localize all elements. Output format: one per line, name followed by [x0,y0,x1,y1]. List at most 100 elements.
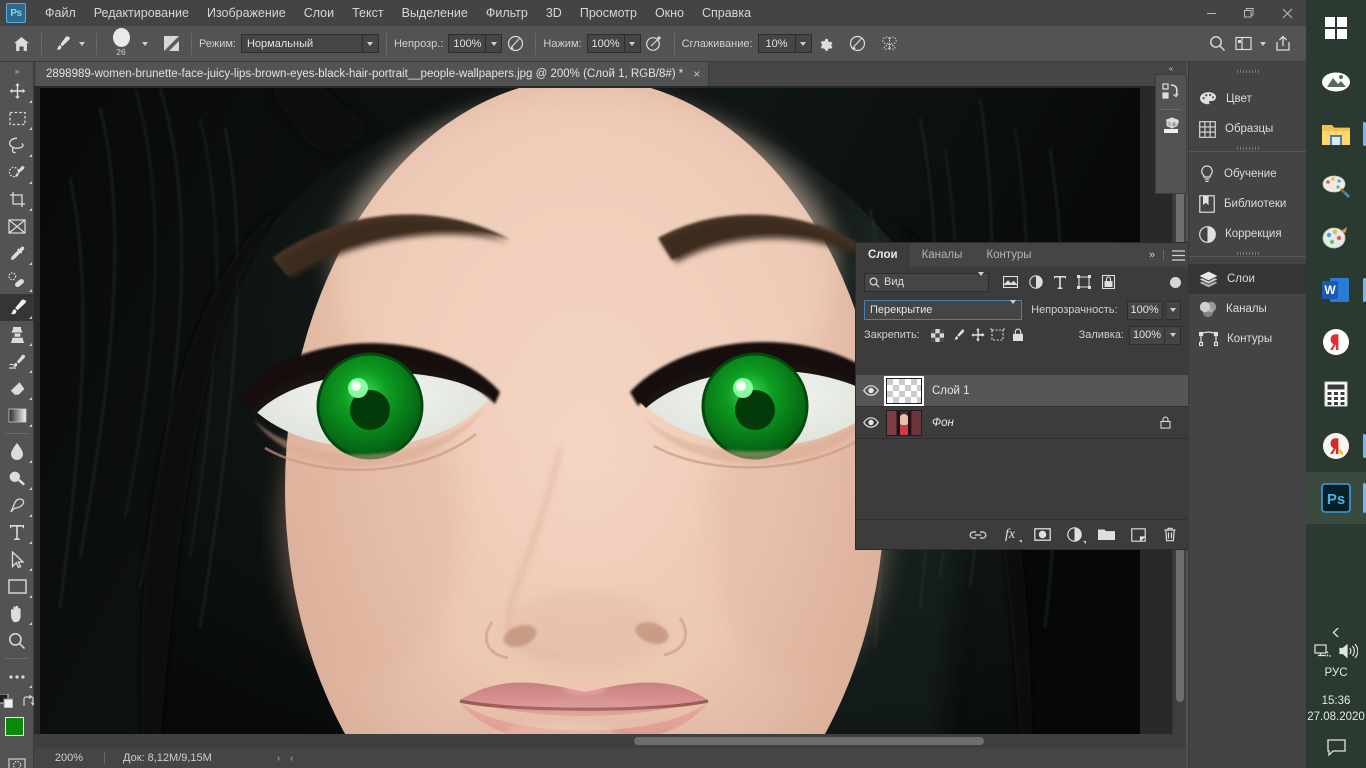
gear-icon[interactable] [812,31,838,57]
workspace-icon[interactable] [1230,31,1256,57]
tool-history-brush[interactable] [0,348,34,375]
menu-3d[interactable]: 3D [537,2,571,24]
opacity-input[interactable]: 100% [448,34,486,53]
canvas-horizontal-scrollbar[interactable] [34,734,1186,748]
tool-blur[interactable] [0,438,34,465]
menu-image[interactable]: Изображение [198,2,295,24]
mini-dock-collapse-icon[interactable]: « [1155,62,1187,74]
menu-file[interactable]: Файл [36,2,85,24]
tool-move[interactable] [0,78,34,105]
smoothing-chevron-icon[interactable] [796,34,812,53]
toolbar-collapse-icon[interactable]: » [0,64,33,78]
panel-button-adjustments[interactable]: Коррекция [1189,219,1306,249]
panel-button-paths[interactable]: Контуры [1189,324,1306,354]
link-icon[interactable] [969,526,987,544]
filter-pixel-icon[interactable] [1003,276,1018,288]
menu-layers[interactable]: Слои [295,2,343,24]
maximize-button[interactable] [1230,0,1268,26]
tool-eyedropper[interactable] [0,240,34,267]
tab-layers[interactable]: Слои [856,243,910,267]
layer-name[interactable]: Фон [932,417,954,429]
minimize-button[interactable] [1192,0,1230,26]
flow-chevron-icon[interactable] [625,34,641,53]
menu-edit[interactable]: Редактирование [85,2,198,24]
volume-icon[interactable] [1339,643,1358,659]
table-row[interactable]: Фон [856,407,1189,439]
airbrush-icon[interactable] [641,31,667,57]
tool-brush[interactable] [0,294,34,321]
tab-channels[interactable]: Каналы [910,243,975,267]
brush-size-preview[interactable]: 26 [104,29,138,59]
close-button[interactable] [1268,0,1306,26]
lock-transparent-pixels-icon[interactable] [928,326,948,344]
tool-crop[interactable] [0,186,34,213]
menu-help[interactable]: Справка [693,2,760,24]
tool-lasso[interactable] [0,132,34,159]
brush-size-chevron-icon[interactable] [138,31,152,57]
yandex-alt-button[interactable] [1306,420,1366,472]
tool-zoom[interactable] [0,627,34,654]
tool-pen[interactable] [0,492,34,519]
double-chevron-right-icon[interactable]: » [1149,249,1155,261]
menu-select[interactable]: Выделение [393,2,477,24]
brush-tool-preset-icon[interactable] [49,31,75,57]
tool-hand[interactable] [0,600,34,627]
horizontal-scroll-thumb[interactable] [634,737,984,745]
layer-name[interactable]: Слой 1 [932,385,970,397]
panel-button-channels[interactable]: Каналы [1189,294,1306,324]
filter-type-icon[interactable] [1054,276,1066,289]
chevron-down-icon[interactable] [978,276,984,288]
tool-spot-healing-brush[interactable] [0,267,34,294]
tool-frame[interactable] [0,213,34,240]
menu-text[interactable]: Текст [343,2,392,24]
layer-visibility-toggle[interactable] [856,385,886,396]
new-layer-icon[interactable] [1129,526,1147,544]
share-icon[interactable] [1270,31,1296,57]
filter-enable-toggle[interactable] [1170,277,1181,288]
pressure-opacity-icon[interactable] [502,31,528,57]
tab-paths[interactable]: Контуры [974,243,1043,267]
trash-icon[interactable] [1161,526,1179,544]
symmetry-butterfly-icon[interactable] [877,31,903,57]
panel-button-learn[interactable]: Обучение [1189,159,1306,189]
filter-smart-object-icon[interactable] [1102,275,1115,289]
layer-fill-chevron-icon[interactable] [1165,326,1181,345]
layer-filter-select[interactable]: Вид [864,273,989,292]
brush-pattern-icon[interactable] [158,31,184,57]
tool-path-selection[interactable] [0,546,34,573]
color-swatches[interactable] [0,715,34,751]
menu-window[interactable]: Окно [646,2,693,24]
tool-clone-stamp[interactable] [0,321,34,348]
word-app-button[interactable]: W [1306,264,1366,316]
layer-visibility-toggle[interactable] [856,417,886,428]
default-colors-icon[interactable] [0,694,13,708]
flow-input[interactable]: 100% [587,34,625,53]
tool-type[interactable] [0,519,34,546]
smoothing-input[interactable]: 10% [758,34,796,53]
lock-artboard-nesting-icon[interactable] [988,326,1008,344]
home-icon[interactable] [8,31,34,57]
cube-3d-icon[interactable] [1156,110,1186,144]
menu-view[interactable]: Просмотр [571,2,646,24]
chevron-down-icon[interactable] [1010,304,1016,316]
blend-mode-select[interactable]: Нормальный [241,34,363,53]
panel-button-color[interactable]: Цвет [1189,84,1306,114]
file-explorer-button[interactable] [1306,108,1366,160]
yandex-browser-button[interactable] [1306,316,1366,368]
actions-icon[interactable] [1156,75,1186,109]
status-prev-arrow[interactable]: ‹ [285,753,298,764]
language-indicator[interactable]: РУС [1324,667,1347,693]
folder-icon[interactable] [1097,526,1115,544]
paint3d-app-button[interactable] [1306,212,1366,264]
layer-thumbnail[interactable] [886,410,922,436]
tool-gradient[interactable] [0,402,34,429]
pressure-size-icon[interactable] [845,31,871,57]
paint-app-button[interactable] [1306,160,1366,212]
calculator-button[interactable] [1306,368,1366,420]
tool-quick-mask[interactable] [0,751,34,768]
tool-eraser[interactable] [0,375,34,402]
swap-colors-icon[interactable] [22,695,35,708]
filter-shape-icon[interactable] [1077,275,1091,289]
menu-filter[interactable]: Фильтр [477,2,537,24]
blend-mode-chevron-icon[interactable] [363,34,379,53]
